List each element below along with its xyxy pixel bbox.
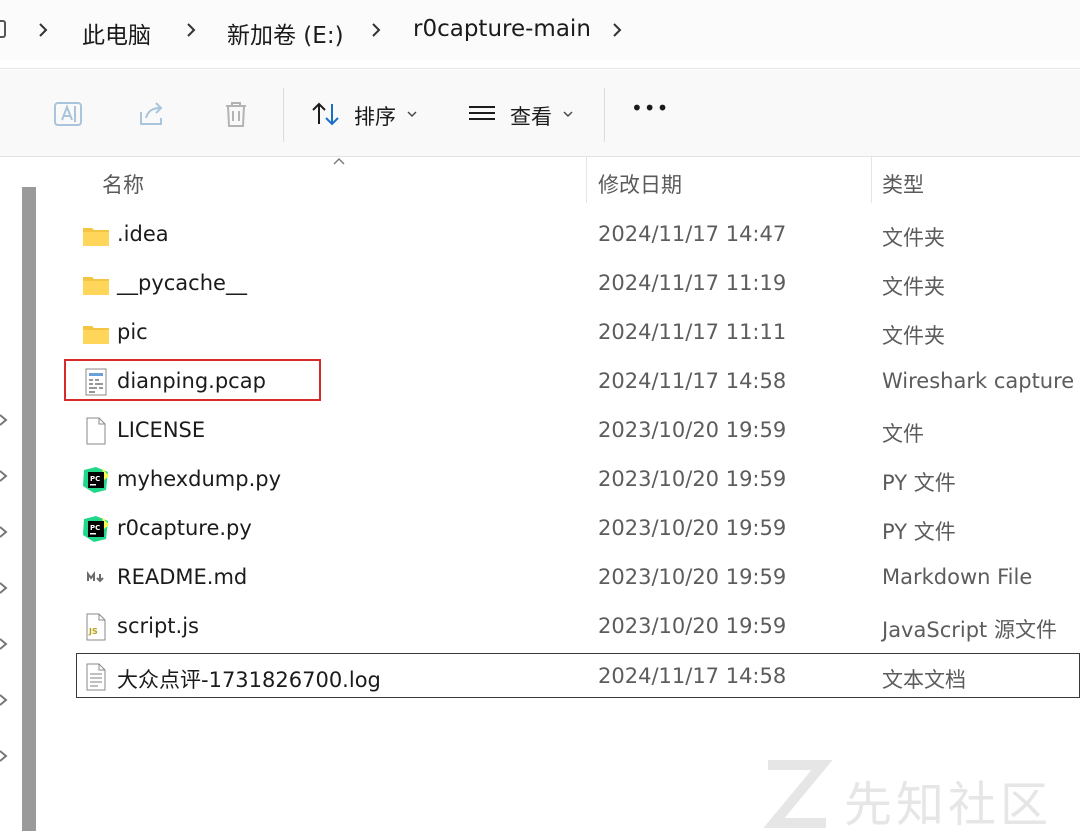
file-date: 2024/11/17 14:47 [598,222,787,246]
divider [283,88,284,142]
divider [604,88,605,142]
file-type: Markdown File [882,565,1033,589]
file-row-myhexdump-py[interactable]: PC myhexdump.py 2023/10/20 19:59 PY 文件 [76,456,1080,505]
sort-button[interactable]: 排序 [354,101,396,131]
file-type: PY 文件 [882,520,956,544]
breadcrumb-item-volume-e[interactable]: 新加卷 (E:) [227,16,344,50]
file-date: 2024/11/17 11:19 [598,271,787,295]
column-header-type[interactable]: 类型 [882,169,924,199]
command-bar: 排序 查看 ••• [0,70,1080,157]
file-type: 文件夹 [882,275,945,299]
file-list-pane: 名称 修改日期 类型 .idea 2024/11/17 14:47 文件夹 __… [0,157,1080,833]
file-type: 文本文档 [882,668,966,692]
file-name: myhexdump.py [117,467,282,491]
js-file-icon: JS [86,613,106,641]
sort-ascending-icon [333,158,345,165]
svg-text:PC: PC [90,524,100,532]
file-date: 2023/10/20 19:59 [598,565,787,589]
file-date: 2023/10/20 19:59 [598,418,787,442]
chevron-right-icon[interactable] [610,20,624,40]
chevron-right-icon[interactable] [0,750,8,762]
breadcrumb-item-this-pc[interactable]: 此电脑 [82,16,151,50]
view-button[interactable]: 查看 [510,101,552,131]
blank-file-icon [86,417,106,445]
watermark-logo-icon [763,760,833,828]
file-type: 文件 [882,422,924,446]
column-header-date[interactable]: 修改日期 [598,169,682,199]
file-type: PY 文件 [882,471,956,495]
file-date: 2024/11/17 11:11 [598,320,787,344]
text-file-icon [86,663,106,691]
file-date: 2023/10/20 19:59 [598,614,787,638]
chevron-right-icon[interactable] [0,638,8,650]
chevron-right-icon[interactable] [0,470,8,482]
file-name: LICENSE [117,418,206,442]
folder-icon [83,277,109,295]
address-bar[interactable]: 此电脑 新加卷 (E:) r0capture-main [0,0,1080,60]
markdown-file-icon [87,571,104,583]
chevron-right-icon[interactable] [0,582,8,594]
chevron-down-icon[interactable] [407,110,417,118]
chevron-right-icon[interactable] [0,694,8,706]
file-name: README.md [117,565,248,589]
file-name: 大众点评-1731826700.log [117,668,381,692]
file-type: 文件夹 [882,226,945,250]
more-options-button[interactable]: ••• [631,96,669,120]
chevron-right-icon[interactable] [184,20,198,40]
file-type: 文件夹 [882,324,945,348]
svg-text:PC: PC [90,475,100,483]
column-divider[interactable] [586,157,587,203]
file-type: JavaScript 源文件 [882,618,1057,642]
file-date: 2023/10/20 19:59 [598,516,787,540]
file-name: pic [117,320,148,344]
file-row-pic[interactable]: pic 2024/11/17 11:11 文件夹 [76,309,1080,358]
rename-icon[interactable] [52,98,84,130]
file-date: 2023/10/20 19:59 [598,467,787,491]
chevron-right-icon[interactable] [0,526,8,538]
column-header-name[interactable]: 名称 [102,169,144,199]
file-name: .idea [117,222,169,246]
file-row-dazhong-log[interactable]: 大众点评-1731826700.log 2024/11/17 14:58 文本文… [76,653,1080,698]
chevron-right-icon[interactable] [369,20,383,40]
folder-icon [83,228,109,246]
file-type: Wireshark capture f [882,369,1080,393]
file-row-script-js[interactable]: JS script.js 2023/10/20 19:59 JavaScript… [76,603,1080,652]
watermark-text: 先知社区 [844,777,1053,833]
breadcrumb-item-r0capture-main[interactable]: r0capture-main [413,16,591,42]
navigation-scrollbar[interactable] [22,187,36,831]
file-row-readme-md[interactable]: README.md 2023/10/20 19:59 Markdown File [76,554,1080,603]
file-date: 2024/11/17 14:58 [598,664,787,688]
chevron-right-icon[interactable] [36,20,50,40]
folder-icon [83,326,109,344]
sort-arrows-icon[interactable] [310,98,342,130]
pycharm-file-icon: PC [83,516,109,542]
red-highlight-annotation [64,359,321,401]
share-icon[interactable] [136,98,168,130]
address-bar-edge [0,20,6,38]
file-row-license[interactable]: LICENSE 2023/10/20 19:59 文件 [76,407,1080,456]
pycharm-file-icon: PC [83,467,109,493]
delete-icon[interactable] [220,98,252,130]
divider [0,68,1080,69]
navigation-pane [0,157,20,831]
view-list-icon[interactable] [466,98,498,130]
watermark: 先知社区 [760,757,1080,833]
file-date: 2024/11/17 14:58 [598,369,787,393]
file-name: script.js [117,614,199,638]
file-name: __pycache__ [117,271,247,295]
file-row-r0capture-py[interactable]: PC r0capture.py 2023/10/20 19:59 PY 文件 [76,505,1080,554]
svg-text:JS: JS [88,627,98,636]
file-row-pycache[interactable]: __pycache__ 2024/11/17 11:19 文件夹 [76,260,1080,309]
column-divider[interactable] [871,157,872,203]
chevron-down-icon[interactable] [563,110,573,118]
chevron-right-icon[interactable] [0,414,8,426]
file-name: r0capture.py [117,516,252,540]
file-row-idea[interactable]: .idea 2024/11/17 14:47 文件夹 [76,211,1080,260]
